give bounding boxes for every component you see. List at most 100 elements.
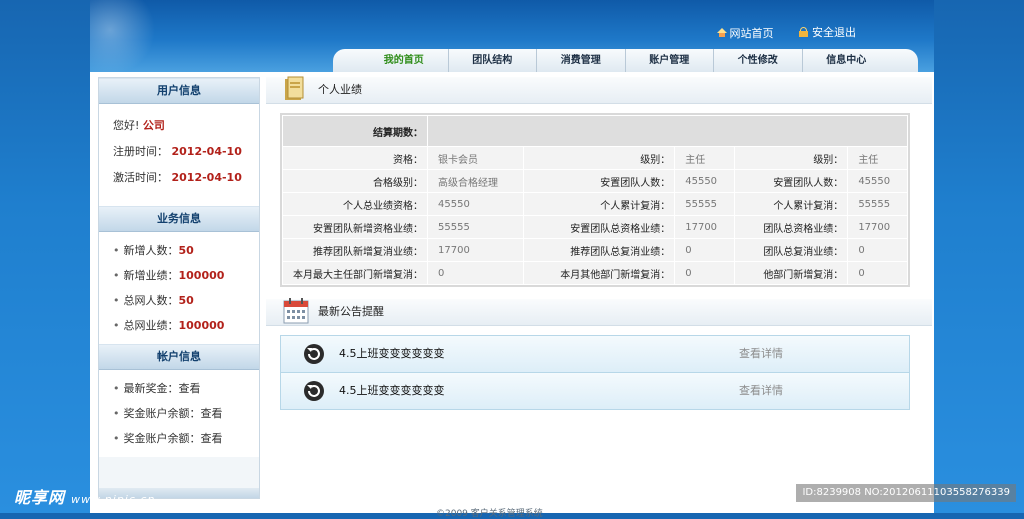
- account-link-balance[interactable]: • 奖金账户余额：查看: [99, 401, 259, 426]
- performance-table: 结算期数： 资格： 银卡会员 级别： 主任 级别： 主任 合格级别： 高级合格经…: [280, 113, 910, 287]
- cell-value: 0: [427, 261, 524, 285]
- nav-item-profile[interactable]: 个性修改: [714, 49, 803, 72]
- home-link-label: 网站首页: [729, 26, 774, 40]
- cell-value: 0: [674, 238, 735, 262]
- account-link-balance-2[interactable]: • 奖金账户余额：查看: [99, 426, 259, 451]
- register-label: 注册时间：: [113, 145, 168, 158]
- account-info-title: 帐户信息: [99, 344, 259, 370]
- cell-value: 高级合格经理: [427, 169, 524, 193]
- cell-label: 推荐团队总复消业绩：: [522, 238, 676, 262]
- user-name: 公司: [142, 119, 165, 132]
- nav-item-home[interactable]: 我的首页: [360, 49, 449, 72]
- account-link-bonus[interactable]: • 最新奖金：查看: [99, 376, 259, 401]
- table-row: 推荐团队新增复消业绩： 17700 推荐团队总复消业绩： 0 团队总复消业绩： …: [282, 238, 908, 262]
- cell-value: 55555: [847, 192, 908, 216]
- notice-title: 4.5上班变变变变变变: [339, 384, 445, 397]
- cell-value: 0: [847, 238, 908, 262]
- account-link-label: 奖金账户余额：查看: [123, 407, 223, 420]
- view-details-link[interactable]: 查看详情: [739, 373, 783, 409]
- cell-value: 55555: [674, 192, 735, 216]
- register-date: 2012-04-10: [171, 145, 242, 158]
- home-link[interactable]: 网站首页: [716, 25, 774, 41]
- view-details-link[interactable]: 查看详情: [739, 336, 783, 372]
- business-value: 50: [178, 244, 194, 257]
- table-row: 结算期数：: [282, 115, 908, 147]
- business-label: 总网业绩：: [123, 319, 179, 332]
- cell-label: 安置团队人数：: [522, 169, 676, 193]
- business-value: 100000: [178, 269, 225, 282]
- user-info-title: 用户信息: [99, 78, 259, 104]
- nav-item-team[interactable]: 团队结构: [449, 49, 537, 72]
- notices-header: 最新公告提醒: [266, 298, 932, 326]
- main-content: 个人业绩 结算期数： 资格： 银卡会员 级别： 主任 级别： 主任 合格级别：: [266, 76, 932, 507]
- cell-value: 45550: [427, 192, 524, 216]
- cell-label: 个人累计复消：: [733, 192, 849, 216]
- cell-label: 级别：: [733, 146, 849, 170]
- business-value: 100000: [178, 319, 225, 332]
- cell-label: 安置团队新增资格业绩：: [282, 215, 428, 239]
- cell-value: 银卡会员: [427, 146, 524, 170]
- list-item: • 总网业绩：100000: [113, 319, 225, 332]
- lock-icon: [799, 27, 808, 37]
- period-label: 结算期数：: [282, 115, 428, 147]
- notices-title: 最新公告提醒: [318, 305, 384, 318]
- activate-date: 2012-04-10: [171, 171, 242, 184]
- performance-title: 个人业绩: [318, 83, 362, 96]
- greeting: 您好! 公司: [99, 110, 259, 136]
- cell-value: 0: [674, 261, 735, 285]
- notice-item[interactable]: 4.5上班变变变变变变 查看详情: [280, 335, 910, 373]
- nav-item-messages[interactable]: 信息中心: [803, 49, 891, 72]
- performance-header: 个人业绩: [266, 76, 932, 104]
- cell-label: 他部门新增复消：: [733, 261, 849, 285]
- business-value: 50: [178, 294, 194, 307]
- cell-label: 级别：: [522, 146, 676, 170]
- user-info: 您好! 公司 注册时间： 2012-04-10 激活时间： 2012-04-10: [99, 104, 259, 206]
- nav-item-account[interactable]: 账户管理: [626, 49, 714, 72]
- folder-icon: [285, 76, 304, 100]
- cell-label: 团队总复消业绩：: [733, 238, 849, 262]
- page-container: 网站首页 安全退出 我的首页 团队结构 消费管理 账户管理 个性修改 信息中心 …: [90, 0, 934, 519]
- list-item: • 新增业绩：100000: [113, 269, 225, 282]
- period-value: [427, 115, 908, 147]
- nav-item-consumption[interactable]: 消费管理: [537, 49, 626, 72]
- notice-list: 4.5上班变变变变变变 查看详情 4.5上班变变变变变变 查看详情: [280, 335, 910, 410]
- table-row: 合格级别： 高级合格经理 安置团队人数： 45550 安置团队人数： 45550: [282, 169, 908, 193]
- table-row: 个人总业绩资格： 45550 个人累计复消： 55555 个人累计复消： 555…: [282, 192, 908, 216]
- logout-link-label: 安全退出: [812, 26, 856, 39]
- account-link-label: 奖金账户余额：查看: [123, 432, 223, 445]
- activate-label: 激活时间：: [113, 171, 168, 184]
- cell-label: 个人累计复消：: [522, 192, 676, 216]
- account-link-label: 最新奖金：查看: [123, 382, 201, 395]
- cell-value: 17700: [847, 215, 908, 239]
- notice-item[interactable]: 4.5上班变变变变变变 查看详情: [280, 372, 910, 410]
- table-row: 安置团队新增资格业绩： 55555 安置团队总资格业绩： 17700 团队总资格…: [282, 215, 908, 239]
- business-label: 新增人数：: [123, 244, 179, 257]
- cell-label: 资格：: [282, 146, 428, 170]
- table-row: 资格： 银卡会员 级别： 主任 级别： 主任: [282, 146, 908, 170]
- business-info: • 新增人数：50 • 新增业绩：100000 • 总网人数：50 • 总网业绩：100…: [99, 232, 259, 344]
- business-label: 新增业绩：: [123, 269, 179, 282]
- logout-link[interactable]: 安全退出: [799, 24, 856, 40]
- cell-value: 17700: [427, 238, 524, 262]
- cell-label: 团队总资格业绩：: [733, 215, 849, 239]
- business-label: 总网人数：: [123, 294, 179, 307]
- cell-label: 安置团队总资格业绩：: [522, 215, 676, 239]
- register-time: 注册时间： 2012-04-10: [99, 136, 259, 162]
- list-item: • 总网人数：50: [113, 294, 194, 307]
- cell-label: 本月最大主任部门新增复消：: [282, 261, 428, 285]
- table-row: 本月最大主任部门新增复消： 0 本月其他部门新增复消： 0 他部门新增复消： 0: [282, 261, 908, 285]
- cell-value: 主任: [847, 146, 908, 170]
- watermark-url: www.nipic.cn: [71, 493, 156, 506]
- watermark-logo: 昵享网 www.nipic.cn: [14, 484, 155, 508]
- cell-value: 55555: [427, 215, 524, 239]
- activate-time: 激活时间： 2012-04-10: [99, 162, 259, 188]
- cell-value: 45550: [674, 169, 735, 193]
- cell-value: 0: [847, 261, 908, 285]
- cell-label: 本月其他部门新增复消：: [522, 261, 676, 285]
- calendar-icon: [283, 298, 309, 324]
- cell-label: 合格级别：: [282, 169, 428, 193]
- business-info-title: 业务信息: [99, 206, 259, 232]
- refresh-icon: [304, 381, 324, 401]
- refresh-icon: [304, 344, 324, 364]
- cell-value: 17700: [674, 215, 735, 239]
